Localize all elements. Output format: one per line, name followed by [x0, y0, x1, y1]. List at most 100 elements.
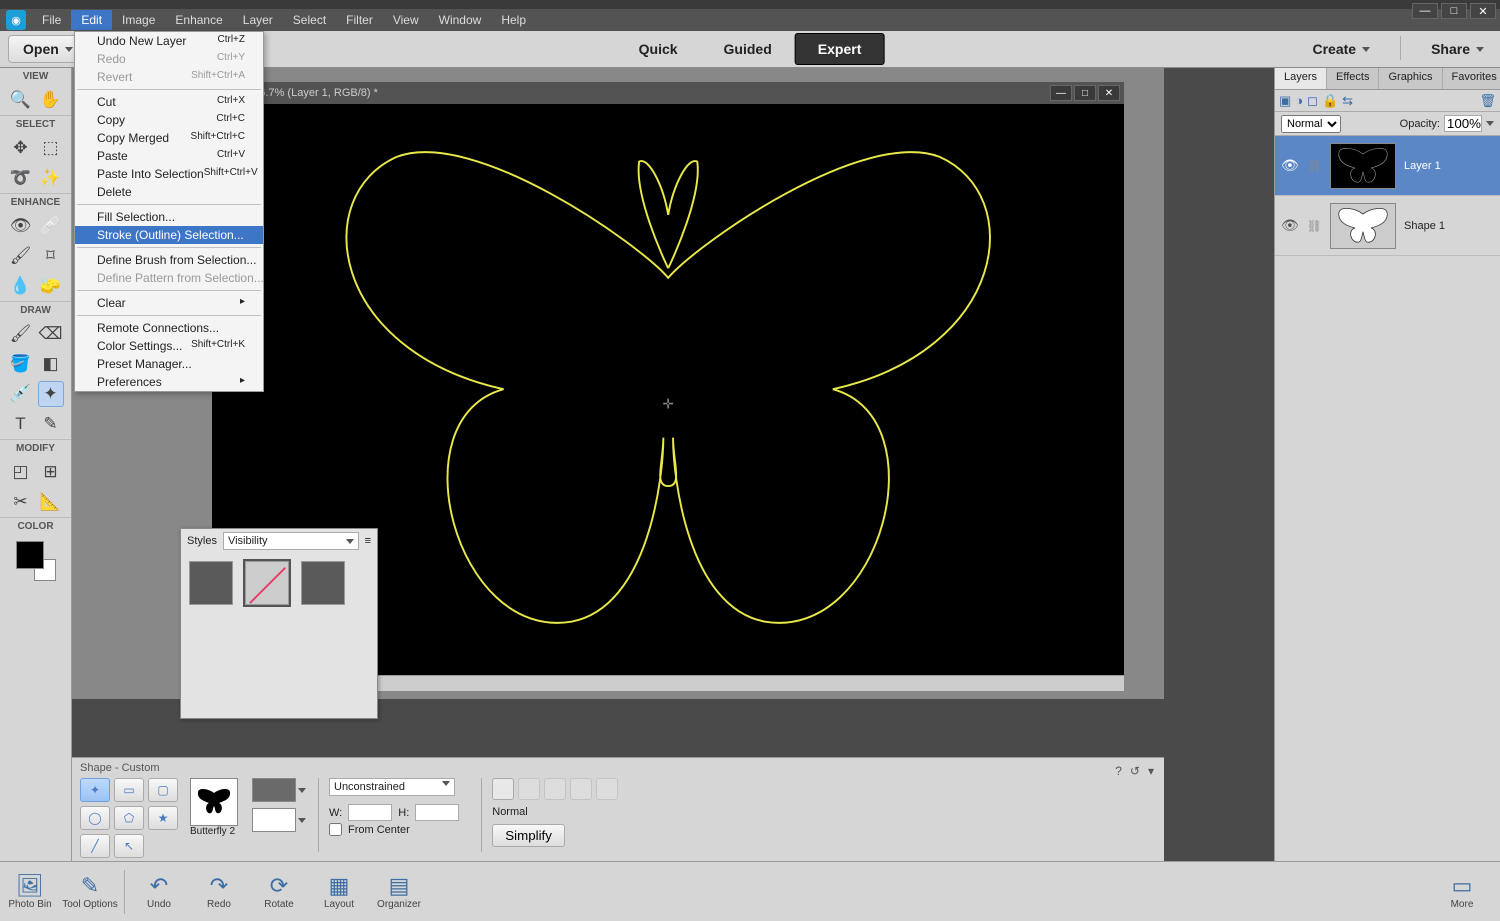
task-photo-bin[interactable]: 🖼Photo Bin — [0, 873, 60, 910]
recompose-tool[interactable]: ⊞ — [38, 459, 64, 485]
from-center-checkbox[interactable] — [329, 823, 342, 836]
path-op-sub[interactable] — [544, 778, 566, 800]
menu-item-clear[interactable]: Clear▸ — [75, 294, 263, 312]
doc-maximize[interactable]: □ — [1074, 85, 1096, 101]
color-swatch[interactable] — [16, 541, 56, 581]
zoom-tool[interactable]: 🔍 — [8, 87, 34, 113]
fx-icon[interactable]: ◑ — [1295, 93, 1303, 108]
styles-menu-icon[interactable]: ≡ — [365, 535, 371, 547]
menu-item-define-brush-from-selection[interactable]: Define Brush from Selection... — [75, 251, 263, 269]
shape-rrect[interactable]: ▢ — [148, 778, 178, 802]
link-icon[interactable]: ⛓ — [1307, 219, 1322, 233]
shape-ellipse[interactable]: ◯ — [80, 806, 110, 830]
spot-heal-tool[interactable]: 🩹 — [38, 213, 64, 239]
eraser-tool[interactable]: ⌫ — [38, 321, 64, 347]
task-redo[interactable]: ↷Redo — [189, 873, 249, 910]
menu-item-copy[interactable]: CopyCtrl+C — [75, 111, 263, 129]
path-op-add[interactable] — [518, 778, 540, 800]
trash-icon[interactable]: 🗑 — [1479, 93, 1496, 109]
create-button[interactable]: Create — [1306, 36, 1376, 62]
link-layers-icon[interactable]: ⇆ — [1342, 93, 1353, 109]
window-close[interactable]: ✕ — [1470, 3, 1496, 19]
height-input[interactable] — [415, 804, 459, 821]
menu-help[interactable]: Help — [491, 10, 536, 30]
layer-thumbnail[interactable] — [1330, 143, 1396, 189]
menu-item-delete[interactable]: Delete — [75, 183, 263, 201]
shape-preview[interactable] — [190, 778, 238, 826]
help-icon[interactable]: ? — [1115, 764, 1122, 778]
menu-enhance[interactable]: Enhance — [165, 10, 232, 30]
sponge-tool[interactable]: 🧽 — [38, 273, 64, 299]
caret-down-icon[interactable] — [1486, 121, 1494, 126]
shape-rect[interactable]: ▭ — [114, 778, 144, 802]
link-icon[interactable]: ⛓ — [1307, 159, 1322, 173]
menu-item-color-settings[interactable]: Color Settings...Shift+Ctrl+K — [75, 337, 263, 355]
tab-graphics[interactable]: Graphics — [1379, 68, 1442, 89]
pencil-tool[interactable]: ✎ — [38, 411, 64, 437]
mask-icon[interactable]: ◻ — [1307, 93, 1318, 109]
menu-item-paste[interactable]: PasteCtrl+V — [75, 147, 263, 165]
shape-select[interactable]: ↖ — [114, 834, 144, 858]
menu-edit[interactable]: Edit — [71, 10, 112, 30]
menu-item-undo-new-layer[interactable]: Undo New LayerCtrl+Z — [75, 32, 263, 50]
menu-window[interactable]: Window — [429, 10, 492, 30]
menu-image[interactable]: Image — [112, 10, 165, 30]
menu-item-remote-connections[interactable]: Remote Connections... — [75, 319, 263, 337]
menu-filter[interactable]: Filter — [336, 10, 383, 30]
marquee-tool[interactable]: ⬚ — [38, 135, 64, 161]
task-tool-options[interactable]: ✎Tool Options — [60, 873, 120, 910]
style-show[interactable] — [301, 561, 345, 605]
shape-tool[interactable]: ✦ — [38, 381, 64, 407]
doc-close[interactable]: ✕ — [1098, 85, 1120, 101]
redeye-tool[interactable]: 👁 — [8, 213, 34, 239]
styles-panel[interactable]: Styles Visibility ≡ — [180, 528, 378, 719]
menu-item-preferences[interactable]: Preferences▸ — [75, 373, 263, 391]
menu-item-cut[interactable]: CutCtrl+X — [75, 93, 263, 111]
caret-down-icon[interactable] — [298, 818, 306, 823]
window-minimize[interactable]: — — [1412, 3, 1438, 19]
gradient-tool[interactable]: ◧ — [38, 351, 64, 377]
menu-item-paste-into-selection[interactable]: Paste Into SelectionShift+Ctrl+V — [75, 165, 263, 183]
path-op-excl[interactable] — [596, 778, 618, 800]
menu-view[interactable]: View — [383, 10, 429, 30]
move-tool[interactable]: ✥ — [8, 135, 34, 161]
shape-line[interactable]: ╱ — [80, 834, 110, 858]
straighten-tool[interactable]: 📐 — [38, 489, 64, 515]
new-layer-icon[interactable]: ▣ — [1279, 93, 1291, 109]
menu-icon[interactable]: ▾ — [1148, 764, 1154, 778]
blend-mode-select[interactable]: Normal — [1281, 115, 1341, 133]
width-input[interactable] — [348, 804, 392, 821]
menu-layer[interactable]: Layer — [233, 10, 283, 30]
shape-star[interactable]: ★ — [148, 806, 178, 830]
constrain-select[interactable]: Unconstrained — [329, 778, 455, 796]
layer-thumbnail[interactable] — [1330, 203, 1396, 249]
shape-custom[interactable]: ✦ — [80, 778, 110, 802]
task-undo[interactable]: ↶Undo — [129, 873, 189, 910]
fill-swatch[interactable] — [252, 778, 296, 802]
tab-expert[interactable]: Expert — [795, 33, 885, 65]
layer-row[interactable]: 👁 ⛓ Layer 1 — [1275, 136, 1500, 196]
lasso-tool[interactable]: ➰ — [8, 165, 34, 191]
hand-tool[interactable]: ✋ — [38, 87, 64, 113]
share-button[interactable]: Share — [1425, 36, 1490, 62]
tab-guided[interactable]: Guided — [701, 33, 795, 65]
quick-select-tool[interactable]: ✨ — [38, 165, 64, 191]
tab-favorites[interactable]: Favorites — [1443, 68, 1500, 89]
simplify-button[interactable]: Simplify — [492, 824, 565, 847]
path-op-new[interactable] — [492, 778, 514, 800]
foreground-color[interactable] — [16, 541, 44, 569]
shape-polygon[interactable]: ⬠ — [114, 806, 144, 830]
styles-category-select[interactable]: Visibility — [223, 532, 359, 550]
style-ghost[interactable] — [245, 561, 289, 605]
opacity-input[interactable] — [1444, 115, 1482, 132]
menu-item-preset-manager[interactable]: Preset Manager... — [75, 355, 263, 373]
doc-minimize[interactable]: — — [1050, 85, 1072, 101]
crop-tool[interactable]: ◰ — [8, 459, 34, 485]
menu-item-copy-merged[interactable]: Copy MergedShift+Ctrl+C — [75, 129, 263, 147]
blur-tool[interactable]: 💧 — [8, 273, 34, 299]
reset-icon[interactable]: ↺ — [1130, 764, 1140, 778]
path-op-int[interactable] — [570, 778, 592, 800]
smart-brush-tool[interactable]: 🖌 — [8, 243, 34, 269]
window-maximize[interactable]: □ — [1441, 3, 1467, 19]
fill-tool[interactable]: 🪣 — [8, 351, 34, 377]
